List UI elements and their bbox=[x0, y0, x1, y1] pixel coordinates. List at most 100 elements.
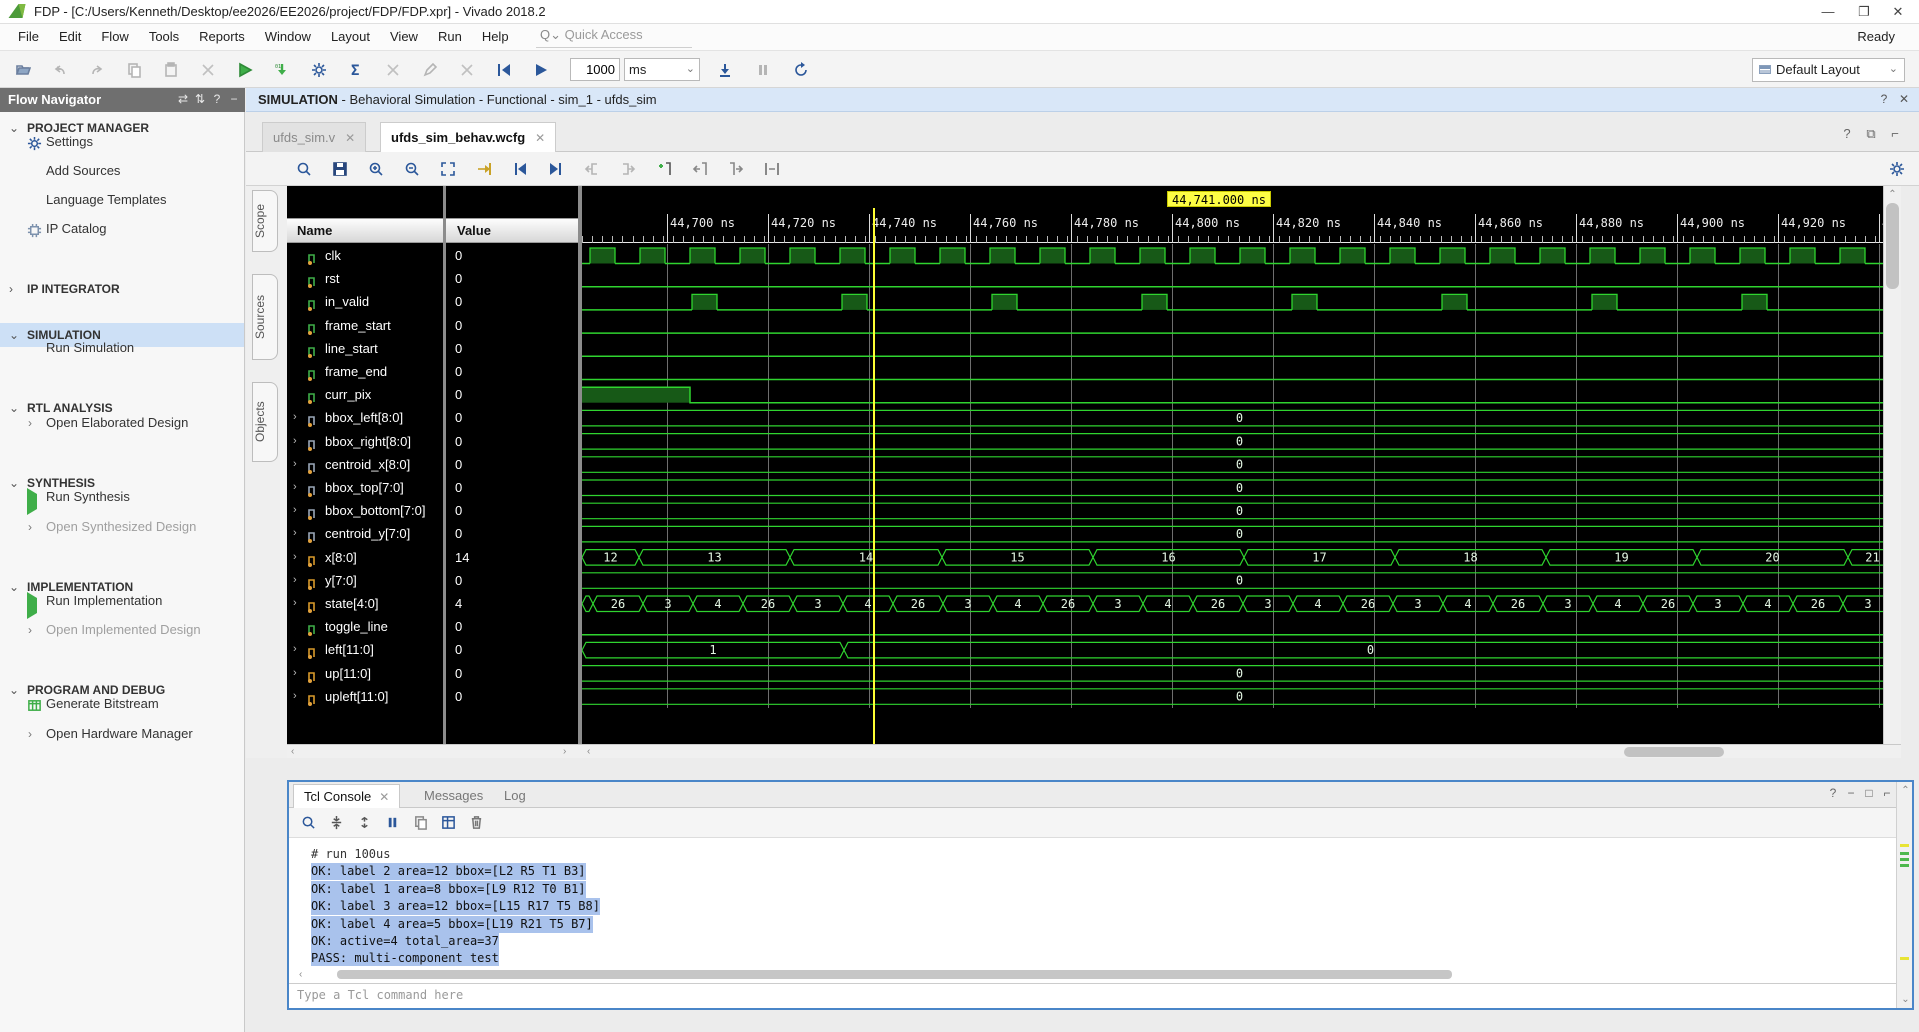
flow-item-open-implemented-design[interactable]: ›Open Implemented Design bbox=[0, 618, 245, 642]
signal-row-up[interactable]: ›up[11:0] bbox=[287, 662, 443, 685]
go-to-end-icon[interactable] bbox=[542, 156, 570, 182]
wave-bbox_right[interactable]: 0 bbox=[582, 434, 1897, 450]
search-icon[interactable] bbox=[290, 156, 318, 182]
marker-green[interactable] bbox=[1900, 864, 1909, 867]
chevron-right-icon[interactable]: › bbox=[293, 453, 297, 476]
zoom-out-icon[interactable] bbox=[398, 156, 426, 182]
wave-bbox_top[interactable]: 0 bbox=[582, 480, 1897, 496]
float-window-icon[interactable]: ⧉ bbox=[1861, 126, 1881, 142]
wave-x[interactable]: 12131415161718192021 bbox=[582, 550, 1897, 566]
chevron-right-icon[interactable]: › bbox=[293, 638, 297, 661]
signal-row-in_valid[interactable]: in_valid bbox=[287, 290, 443, 313]
console-marker-strip[interactable]: ⌃ ⌄ bbox=[1896, 782, 1912, 1008]
flow-item-open-hardware-manager[interactable]: ›Open Hardware Manager bbox=[0, 722, 245, 746]
tab-ufds_sim_behav.wcfg[interactable]: ufds_sim_behav.wcfg✕ bbox=[380, 122, 556, 152]
close-x-icon[interactable] bbox=[454, 57, 480, 82]
menu-layout[interactable]: Layout bbox=[321, 24, 380, 49]
help-icon[interactable]: ? bbox=[1837, 126, 1857, 141]
wave-in_valid[interactable] bbox=[582, 294, 1897, 310]
wave-state[interactable]: 26342634263426342634263426342634263 bbox=[582, 596, 1897, 612]
paste-icon[interactable] bbox=[158, 57, 184, 82]
report-icon[interactable] bbox=[435, 810, 461, 835]
scroll-up-icon[interactable]: ⌃ bbox=[1897, 782, 1914, 799]
scroll-left-icon[interactable]: ‹ bbox=[299, 968, 302, 981]
minimize-panel-icon[interactable]: − bbox=[226, 92, 242, 106]
time-cursor-line[interactable] bbox=[873, 208, 875, 744]
marker-green[interactable] bbox=[1900, 858, 1909, 861]
help-icon[interactable]: ? bbox=[209, 92, 225, 106]
waveform-area[interactable]: 0000001213141516171819202102634263426342… bbox=[582, 244, 1897, 708]
pause-icon[interactable] bbox=[379, 810, 405, 835]
flow-item-ip-catalog[interactable]: IP Catalog bbox=[0, 217, 245, 241]
wave-vertical-scrollbar[interactable]: ⌃ bbox=[1883, 186, 1901, 744]
chevron-right-icon[interactable]: › bbox=[293, 522, 297, 545]
chevron-right-icon[interactable]: › bbox=[293, 476, 297, 499]
console-tab-log[interactable]: Log bbox=[494, 784, 536, 808]
chevron-right-icon[interactable]: › bbox=[293, 592, 297, 615]
signal-row-bbox_bottom[interactable]: ›bbox_bottom[7:0] bbox=[287, 499, 443, 522]
wave-hscroll-thumb[interactable] bbox=[1624, 747, 1724, 757]
flow-item-open-elaborated-design[interactable]: ›Open Elaborated Design bbox=[0, 411, 245, 435]
pause-icon[interactable] bbox=[750, 57, 776, 82]
run-all-icon[interactable] bbox=[528, 57, 554, 82]
menu-view[interactable]: View bbox=[380, 24, 428, 49]
report-sum-icon[interactable]: Σ bbox=[343, 57, 369, 82]
scroll-left-icon[interactable]: ‹ bbox=[587, 746, 590, 758]
name-value-divider[interactable] bbox=[443, 186, 446, 744]
redo-icon[interactable] bbox=[84, 57, 110, 82]
zoom-fit-icon[interactable] bbox=[434, 156, 462, 182]
maximize-button[interactable]: ❐ bbox=[1849, 2, 1879, 22]
signal-row-frame_end[interactable]: frame_end bbox=[287, 360, 443, 383]
minimize-panel-icon[interactable]: − bbox=[1842, 786, 1860, 800]
maximize-panel-icon[interactable]: ⌐ bbox=[1885, 126, 1905, 141]
flow-item-generate-bitstream[interactable]: Generate Bitstream bbox=[0, 692, 245, 716]
delete-icon[interactable] bbox=[195, 57, 221, 82]
relaunch-icon[interactable] bbox=[788, 57, 814, 82]
wave-y[interactable]: 0 bbox=[582, 573, 1897, 589]
timeline-ruler[interactable]: 44,700 ns44,720 ns44,740 ns44,760 ns44,7… bbox=[582, 186, 1897, 244]
wave-centroid_y[interactable]: 0 bbox=[582, 526, 1897, 542]
chevron-right-icon[interactable]: › bbox=[293, 499, 297, 522]
step-time-icon[interactable] bbox=[712, 57, 738, 82]
menu-edit[interactable]: Edit bbox=[49, 24, 91, 49]
chevron-right-icon[interactable]: › bbox=[293, 685, 297, 708]
menu-window[interactable]: Window bbox=[255, 24, 321, 49]
undo-icon[interactable] bbox=[47, 57, 73, 82]
expand-all-icon[interactable] bbox=[351, 810, 377, 835]
signal-row-left[interactable]: ›left[11:0] bbox=[287, 638, 443, 661]
menu-run[interactable]: Run bbox=[428, 24, 472, 49]
scroll-up-icon[interactable]: ⌃ bbox=[1884, 186, 1901, 203]
flow-item-settings[interactable]: Settings bbox=[0, 130, 245, 154]
marker-green[interactable] bbox=[1900, 852, 1909, 855]
chevron-right-icon[interactable]: › bbox=[293, 546, 297, 569]
scroll-down-icon[interactable]: ⌄ bbox=[1897, 991, 1914, 1008]
signal-row-centroid_y[interactable]: ›centroid_y[7:0] bbox=[287, 522, 443, 545]
signal-row-curr_pix[interactable]: curr_pix bbox=[287, 383, 443, 406]
wave-clk[interactable] bbox=[582, 248, 1897, 264]
marker-yellow[interactable] bbox=[1900, 844, 1909, 847]
run-icon[interactable] bbox=[232, 57, 258, 82]
collapse-all-icon[interactable]: ⇄ bbox=[175, 92, 191, 106]
expand-all-icon[interactable]: ⇅ bbox=[192, 92, 208, 106]
flow-section-ip-integrator[interactable]: ›IP INTEGRATOR bbox=[0, 277, 245, 301]
menu-flow[interactable]: Flow bbox=[91, 24, 138, 49]
console-hscroll-thumb[interactable] bbox=[337, 970, 1452, 979]
chevron-right-icon[interactable]: › bbox=[293, 662, 297, 685]
side-tab-scope[interactable]: Scope bbox=[252, 190, 278, 252]
scroll-right-icon[interactable]: › bbox=[563, 746, 566, 758]
settings-icon[interactable] bbox=[306, 57, 332, 82]
tab-ufds_sim.v[interactable]: ufds_sim.v✕ bbox=[262, 122, 366, 152]
flow-item-language-templates[interactable]: Language Templates bbox=[0, 188, 245, 212]
search-icon[interactable] bbox=[295, 810, 321, 835]
console-tab-tcl-console[interactable]: Tcl Console✕ bbox=[293, 784, 400, 808]
close-icon[interactable]: ✕ bbox=[379, 790, 389, 804]
name-column-header[interactable]: Name bbox=[297, 223, 332, 238]
wave-curr_pix[interactable] bbox=[582, 387, 1897, 403]
go-to-start-icon[interactable] bbox=[506, 156, 534, 182]
swap-cursor-icon[interactable] bbox=[758, 156, 786, 182]
wave-left[interactable]: 10 bbox=[582, 642, 1897, 658]
copy-icon[interactable] bbox=[407, 810, 433, 835]
flow-item-add-sources[interactable]: Add Sources bbox=[0, 159, 245, 183]
tcl-command-input[interactable]: Type a Tcl command here bbox=[289, 983, 1912, 1008]
menu-file[interactable]: File bbox=[8, 24, 49, 49]
